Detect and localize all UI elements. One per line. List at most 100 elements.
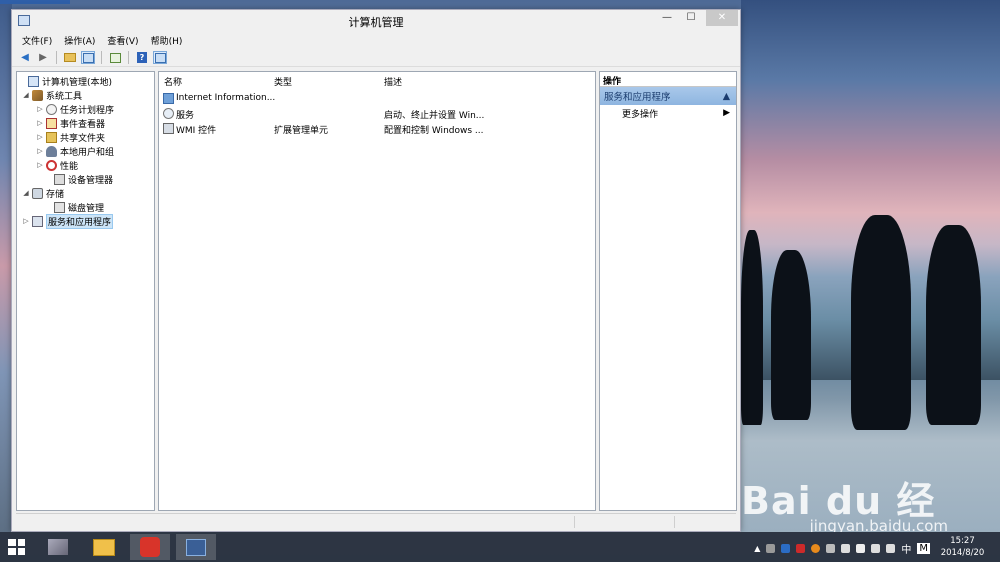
list-item[interactable]: 服务 启动、终止并设置 Win...: [159, 106, 595, 121]
tree-item-storage[interactable]: ◢ 存储: [22, 186, 64, 200]
show-hide-action-pane-icon[interactable]: [153, 51, 167, 64]
collapse-icon[interactable]: ◢: [22, 91, 30, 99]
ime-mode[interactable]: M: [917, 543, 930, 554]
results-list[interactable]: 名称 类型 描述 Internet Information... 服务 启动、终…: [158, 71, 596, 511]
actions-group-services-applications[interactable]: 服务和应用程序 ▲: [600, 87, 736, 105]
services-applications-icon: [32, 215, 43, 227]
window-title: 计算机管理: [348, 16, 404, 29]
network-icon[interactable]: [841, 544, 851, 553]
forward-icon[interactable]: ▶: [36, 51, 50, 64]
iis-icon: [163, 93, 174, 104]
expand-icon[interactable]: ▷: [36, 105, 44, 113]
taskbar-app[interactable]: [176, 534, 216, 560]
menu-bar: 文件(F) 操作(A) 查看(V) 帮助(H): [12, 32, 740, 49]
close-button[interactable]: ✕: [706, 10, 738, 26]
list-item[interactable]: WMI 控件 扩展管理单元 配置和控制 Windows ...: [159, 121, 595, 136]
tray-expand-icon[interactable]: ▲: [754, 544, 760, 553]
tray-icon[interactable]: [826, 544, 836, 553]
collapse-up-icon[interactable]: ▲: [723, 91, 730, 102]
file-explorer-icon: [93, 538, 115, 556]
computer-management-icon: [186, 538, 206, 556]
wallpaper-photo: Bai du 经验 jingyan.baidu.com: [741, 0, 1000, 532]
tree-item-task-scheduler[interactable]: ▷ 任务计划程序: [36, 102, 114, 116]
toolbar-separator: [101, 51, 102, 64]
shared-folders-icon: [46, 131, 57, 143]
column-header-description[interactable]: 描述: [384, 75, 402, 88]
expand-icon[interactable]: ▷: [36, 119, 44, 127]
flag-icon[interactable]: [856, 544, 866, 553]
performance-icon: [46, 159, 57, 171]
tree-item-performance[interactable]: ▷ 性能: [36, 158, 78, 172]
wmi-control-icon: [163, 123, 174, 134]
submenu-arrow-icon: ▶: [723, 108, 730, 118]
collapse-icon[interactable]: ◢: [22, 189, 30, 197]
minimize-button[interactable]: —: [654, 10, 680, 26]
help-icon[interactable]: ?: [135, 51, 149, 64]
computer-management-icon: [28, 75, 39, 87]
toolbar-separator: [128, 51, 129, 64]
tray-icon[interactable]: [796, 544, 806, 553]
clock[interactable]: 15:27 2014/8/20: [935, 535, 990, 559]
taskbar-app[interactable]: [130, 534, 170, 560]
app-icon-1: [48, 539, 68, 555]
more-actions-item[interactable]: 更多操作 ▶: [600, 105, 736, 121]
taskbar-app[interactable]: [84, 534, 124, 560]
tree-item-shared-folders[interactable]: ▷ 共享文件夹: [36, 130, 105, 144]
list-item[interactable]: Internet Information...: [159, 91, 595, 106]
menu-help[interactable]: 帮助(H): [151, 34, 183, 47]
maximize-button[interactable]: ☐: [678, 10, 704, 26]
clock-date: 2014/8/20: [940, 548, 985, 558]
tray-icon[interactable]: [781, 544, 791, 553]
menu-view[interactable]: 查看(V): [107, 34, 138, 47]
app-icon-red: [140, 537, 160, 557]
list-header: 名称 类型 描述: [159, 72, 595, 89]
tree-item-computer-management[interactable]: 计算机管理(本地): [18, 74, 112, 88]
system-tray: ▲ 中 M: [754, 541, 930, 556]
tree-item-device-manager[interactable]: 设备管理器: [44, 172, 113, 186]
computer-management-window: 计算机管理 — ☐ ✕ 文件(F) 操作(A) 查看(V) 帮助(H) ◀ ▶ …: [11, 9, 741, 532]
export-list-icon[interactable]: [108, 51, 122, 64]
title-bar[interactable]: 计算机管理 — ☐ ✕: [12, 10, 740, 32]
tree-item-event-viewer[interactable]: ▷ 事件查看器: [36, 116, 105, 130]
tree-item-local-users-groups[interactable]: ▷ 本地用户和组: [36, 144, 114, 158]
tree-item-services-applications[interactable]: ▷ 服务和应用程序: [22, 213, 114, 229]
taskbar-app[interactable]: [38, 534, 78, 560]
taskbar: ▲ 中 M 15:27 2014/8/20: [0, 532, 1000, 562]
services-icon: [163, 108, 174, 119]
up-folder-icon[interactable]: [63, 51, 77, 64]
storage-icon: [32, 187, 43, 199]
expand-icon[interactable]: ▷: [22, 217, 30, 225]
tree-item-disk-management[interactable]: 磁盘管理: [44, 200, 104, 214]
console-tree[interactable]: 计算机管理(本地) ◢ 系统工具 ▷ 任务计划程序 ▷ 事件查看器 ▷ 共享文件…: [16, 71, 155, 511]
task-scheduler-icon: [46, 103, 57, 115]
clock-time: 15:27: [950, 536, 975, 546]
power-icon[interactable]: [871, 544, 881, 553]
expand-icon[interactable]: ▷: [36, 161, 44, 169]
show-hide-tree-icon[interactable]: [81, 51, 95, 64]
disk-management-icon: [54, 201, 65, 213]
expand-icon[interactable]: ▷: [36, 147, 44, 155]
back-icon[interactable]: ◀: [18, 51, 32, 64]
toolbar: ◀ ▶ ?: [12, 49, 740, 67]
tray-icon[interactable]: [766, 544, 776, 553]
actions-header: 操作: [600, 72, 736, 87]
actions-pane: 操作 服务和应用程序 ▲ 更多操作 ▶: [599, 71, 737, 511]
watermark-url: jingyan.baidu.com: [809, 517, 948, 532]
status-bar: [16, 513, 736, 529]
expand-icon[interactable]: ▷: [36, 133, 44, 141]
system-tools-icon: [32, 89, 43, 101]
column-header-type[interactable]: 类型: [274, 75, 292, 88]
volume-icon[interactable]: [886, 544, 896, 553]
tray-icon[interactable]: [811, 544, 821, 553]
menu-action[interactable]: 操作(A): [64, 34, 95, 47]
local-users-groups-icon: [46, 145, 57, 157]
start-button[interactable]: [8, 539, 25, 555]
ime-indicator[interactable]: 中: [901, 541, 911, 556]
tree-item-system-tools[interactable]: ◢ 系统工具: [22, 88, 82, 102]
device-manager-icon: [54, 173, 65, 185]
menu-file[interactable]: 文件(F): [22, 34, 52, 47]
desktop-top-strip: [0, 0, 70, 4]
event-viewer-icon: [46, 117, 57, 129]
column-header-name[interactable]: 名称: [164, 75, 182, 88]
toolbar-separator: [56, 51, 57, 64]
